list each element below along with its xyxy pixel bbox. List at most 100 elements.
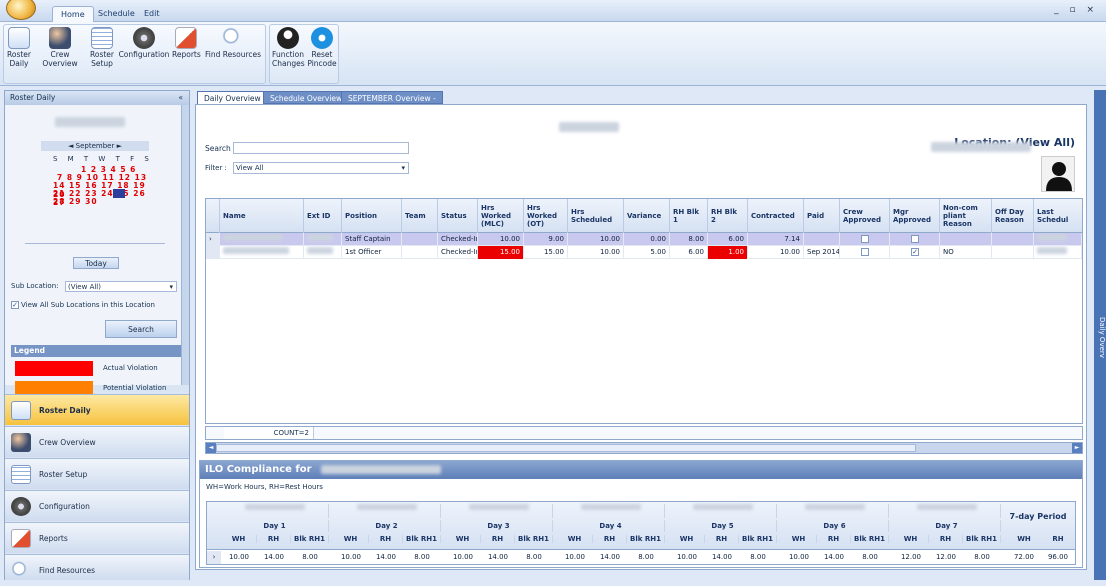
cell-rh-blk2: 1.00	[708, 246, 748, 259]
configuration-button[interactable]: Configuration	[118, 27, 170, 59]
cell-name	[220, 246, 304, 259]
collapse-icon[interactable]: «	[178, 91, 183, 105]
reports-icon	[175, 27, 197, 49]
today-button[interactable]: Today	[73, 257, 119, 269]
search-input[interactable]	[233, 142, 409, 154]
calendar-week-5[interactable]: 28 29 30	[53, 197, 98, 206]
col-ext-id[interactable]: Ext ID	[304, 199, 342, 233]
left-panel-scrollbar[interactable]	[181, 105, 189, 385]
scroll-right-icon[interactable]: ►	[1072, 443, 1082, 453]
mgr-approved-checkbox[interactable]: ✓	[911, 248, 919, 256]
crew-approved-checkbox[interactable]	[861, 248, 869, 256]
redacted-ilo-name	[321, 464, 442, 474]
tab-schedule-overview[interactable]: Schedule Overview	[263, 91, 350, 104]
view-all-checkbox[interactable]: ✓	[11, 301, 19, 309]
day-4-header: Day 4	[557, 520, 665, 532]
col-paid[interactable]: Paid	[804, 199, 840, 233]
nav-roster-daily[interactable]: Roster Daily	[5, 394, 189, 425]
window-controls[interactable]: _ ▫ ×	[1054, 5, 1098, 15]
ilo-value: 8.00	[638, 553, 654, 561]
table-row[interactable]: 1st Officer Checked-In 15.00 15.00 10.00…	[206, 246, 1082, 259]
tab-daily-overview[interactable]: Daily Overview	[197, 91, 268, 104]
col-crew-approved[interactable]: Crew Approved	[840, 199, 890, 233]
mgr-approved-checkbox[interactable]	[911, 235, 919, 243]
grid-footer: COUNT=2	[205, 426, 1083, 440]
grid-horizontal-scrollbar[interactable]: ◄ ►	[205, 442, 1083, 454]
cell-mgr-approved	[890, 233, 940, 246]
calendar-prev-icon[interactable]: ◄	[68, 142, 73, 150]
col-hrs-mlc[interactable]: Hrs Worked (MLC)	[478, 199, 524, 233]
cell-status: Checked-In	[438, 246, 478, 259]
sub-blk-rh1: Blk RH1	[627, 535, 665, 543]
reset-pincode-button[interactable]: Reset Pincode	[306, 27, 338, 68]
user-icon	[1046, 162, 1072, 191]
table-row[interactable]: › Staff Captain Checked-In 10.00 9.00 10…	[206, 233, 1082, 246]
calendar-selected-day[interactable]	[113, 189, 125, 198]
col-last-schedule[interactable]: Last Schedul	[1034, 199, 1082, 233]
col-status[interactable]: Status	[438, 199, 478, 233]
calendar-next-icon[interactable]: ►	[117, 142, 122, 150]
ilo-value: 8.00	[862, 553, 878, 561]
day-date-blur	[445, 504, 553, 518]
search-button[interactable]: Search	[105, 320, 177, 338]
ribbon-tab-home[interactable]: Home	[52, 6, 94, 22]
calendar-month: September	[75, 142, 115, 150]
roster-daily-icon	[11, 401, 31, 420]
col-name[interactable]: Name	[220, 199, 304, 233]
cell-team	[402, 233, 438, 246]
roster-daily-button[interactable]: Roster Daily	[7, 27, 31, 68]
nav-find-resources[interactable]: Find Resources	[5, 554, 189, 580]
ilo-note: WH=Work Hours, RH=Rest Hours	[206, 483, 323, 491]
ribbon-group-security: Function Changes Reset Pincode	[269, 24, 339, 84]
cell-last-schedule	[1034, 246, 1082, 259]
search-label: Search	[205, 144, 231, 153]
col-team[interactable]: Team	[402, 199, 438, 233]
ilo-value: 8.00	[526, 553, 542, 561]
day-1-header: Day 1	[221, 520, 329, 532]
reset-pincode-icon	[311, 27, 333, 49]
reports-button[interactable]: Reports	[172, 27, 201, 59]
ribbon: Roster Daily Crew Overview Roster Setup …	[0, 22, 1106, 86]
find-resources-icon	[222, 27, 244, 49]
nav-crew-overview[interactable]: Crew Overview	[5, 426, 189, 457]
reports-icon	[11, 529, 31, 548]
col-noncompliant-reason[interactable]: Non-com pliant Reason	[940, 199, 992, 233]
function-changes-button[interactable]: Function Changes	[272, 27, 305, 68]
crew-approved-checkbox[interactable]	[861, 235, 869, 243]
scroll-thumb[interactable]	[216, 444, 916, 452]
nav-roster-setup[interactable]: Roster Setup	[5, 458, 189, 489]
day-date-blur	[221, 504, 329, 518]
crew-overview-button[interactable]: Crew Overview	[34, 27, 86, 68]
col-position[interactable]: Position	[342, 199, 402, 233]
nav-reports[interactable]: Reports	[5, 522, 189, 553]
day-date-blur	[781, 504, 889, 518]
sub-location-select[interactable]: (View All) ▾	[65, 281, 177, 292]
ribbon-tab-edit[interactable]: Edit	[136, 6, 168, 22]
filter-select[interactable]: View All ▾	[233, 162, 409, 174]
sub-rh: RH	[257, 535, 291, 543]
col-hrs-ot[interactable]: Hrs Worked (OT)	[524, 199, 568, 233]
nav-configuration[interactable]: Configuration	[5, 490, 189, 521]
sub-rh: RH	[481, 535, 515, 543]
scroll-left-icon[interactable]: ◄	[206, 443, 216, 453]
sub-wh: WH	[557, 535, 593, 543]
col-contracted[interactable]: Contracted	[748, 199, 804, 233]
roster-setup-button[interactable]: Roster Setup	[88, 27, 116, 68]
app-menu-orb[interactable]	[6, 0, 36, 20]
tab-september-overview[interactable]: SEPTEMBER Overview -	[341, 91, 443, 104]
day-6-header: Day 6	[781, 520, 889, 532]
col-variance[interactable]: Variance	[624, 199, 670, 233]
col-mgr-approved[interactable]: Mgr Approved	[890, 199, 940, 233]
filter-label: Filter :	[205, 164, 227, 172]
col-off-day-reason[interactable]: Off Day Reason	[992, 199, 1034, 233]
daily-overview-side-tab[interactable]: Daily Overv	[1094, 90, 1106, 580]
col-hrs-scheduled[interactable]: Hrs Scheduled	[568, 199, 624, 233]
col-rh-blk2[interactable]: RH Blk 2	[708, 199, 748, 233]
redacted-user	[931, 142, 1031, 152]
find-resources-button[interactable]: Find Resources	[202, 27, 264, 59]
ribbon-tab-schedule[interactable]: Schedule	[90, 6, 143, 22]
col-rh-blk1[interactable]: RH Blk 1	[670, 199, 708, 233]
cell-hrs-ot: 15.00	[524, 246, 568, 259]
row-selector-header	[206, 199, 220, 233]
day-date-blur	[333, 504, 441, 518]
